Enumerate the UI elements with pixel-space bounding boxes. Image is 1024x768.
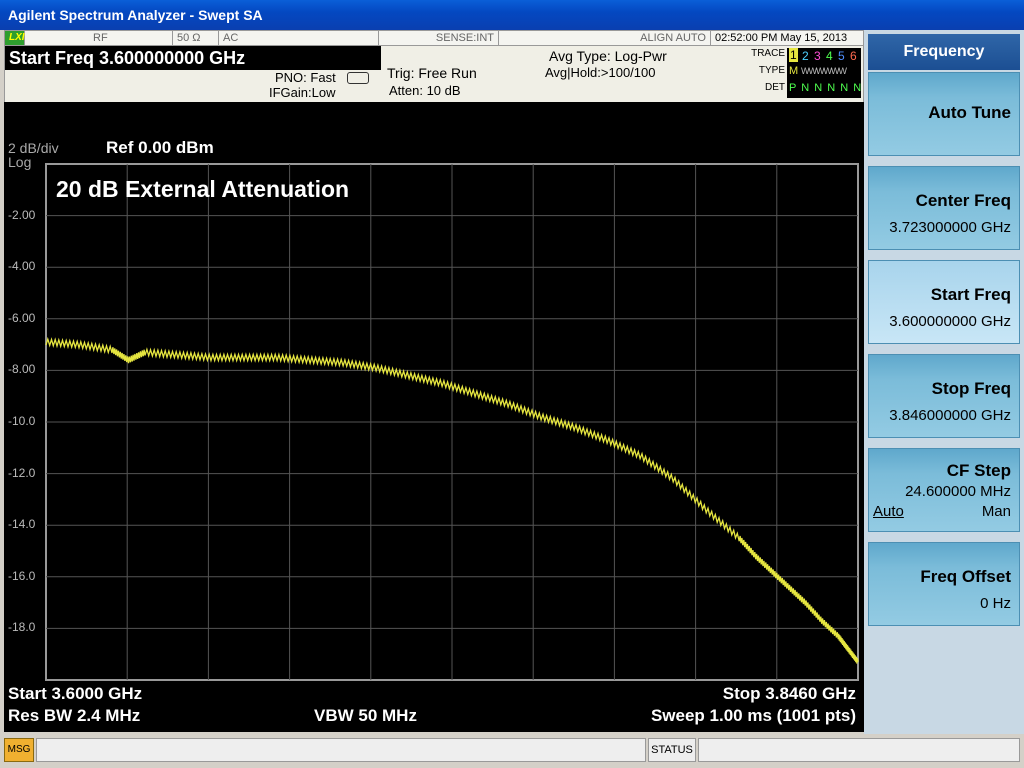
cf-step-man: Man xyxy=(981,503,1011,520)
y-tick-label: -2.00 xyxy=(8,207,36,222)
msg-indicator[interactable]: MSG xyxy=(4,738,34,762)
y-tick-label: -16.0 xyxy=(8,568,36,583)
start-freq-value: 3.600000000 GHz xyxy=(889,313,1011,330)
y-tick-label: -12.0 xyxy=(8,465,36,480)
measurement-header: Start Freq 3.600000000 GHz PNO: Fast IFG… xyxy=(4,46,864,102)
y-tick-label: -6.00 xyxy=(8,310,36,325)
trace-6: 6 xyxy=(850,49,857,63)
trace-2: 2 xyxy=(802,49,809,63)
y-tick-label: -14.0 xyxy=(8,517,36,532)
start-freq-label: Start 3.6000 GHz xyxy=(8,684,143,703)
det-label: DET xyxy=(765,82,785,93)
status-area xyxy=(698,738,1020,762)
window-title: Agilent Spectrum Analyzer - Swept SA xyxy=(0,0,1024,30)
start-freq-label: Start Freq xyxy=(930,285,1011,304)
trace-type: M xyxy=(789,65,799,77)
trace-5: 5 xyxy=(838,49,845,63)
cf-step-button[interactable]: CF Step 24.600000 MHz Auto Man xyxy=(868,448,1020,532)
atten: Atten: 10 dB xyxy=(389,83,461,98)
cf-step-auto: Auto xyxy=(873,503,904,520)
coupling: AC xyxy=(219,31,379,45)
datetime: 02:52:00 PM May 15, 2013 xyxy=(715,32,848,44)
pno: PNO: Fast xyxy=(275,70,336,85)
message-area xyxy=(36,738,646,762)
freq-offset-label: Freq Offset xyxy=(920,567,1011,586)
trace-det: P N N N N N xyxy=(789,82,863,94)
cf-step-value: 24.600000 MHz xyxy=(905,483,1011,500)
trace-3: 3 xyxy=(814,49,821,63)
bottom-status-bar: MSG STATUS xyxy=(0,734,1024,768)
avg-type: Avg Type: Log-Pwr xyxy=(549,48,667,64)
stop-freq-label: Stop Freq xyxy=(931,379,1011,398)
active-parameter[interactable]: Start Freq 3.600000000 GHz xyxy=(5,46,381,70)
sense: SENSE:INT xyxy=(379,31,499,45)
center-freq-button[interactable]: Center Freq 3.723000000 GHz xyxy=(868,166,1020,250)
freq-offset-button[interactable]: Freq Offset 0 Hz xyxy=(868,542,1020,626)
menu-title: Frequency xyxy=(868,34,1020,70)
cf-step-label: CF Step xyxy=(946,461,1011,480)
center-freq-value: 3.723000000 GHz xyxy=(889,219,1011,236)
vbw-label: VBW 50 MHz xyxy=(314,706,417,725)
center-freq-label: Center Freq xyxy=(915,191,1011,210)
trigger-icon xyxy=(347,72,369,84)
avg-hold: Avg|Hold:>100/100 xyxy=(545,65,656,80)
y-tick-label: -10.0 xyxy=(8,414,36,428)
spectrum-display: 2 dB/div Log Ref 0.00 dBm 20 dB External… xyxy=(4,102,864,732)
trig: Trig: Free Run xyxy=(387,65,477,81)
softkey-panel: Frequency Auto Tune Center Freq 3.723000… xyxy=(864,30,1024,734)
y-tick-label: -18.0 xyxy=(8,620,36,635)
status-strip: LXI RF 50 Ω AC SENSE:INT ALIGN AUTO 02:5… xyxy=(4,30,864,46)
trace-label: TRACE xyxy=(751,48,785,59)
trace-1: 1 xyxy=(789,48,798,62)
freq-offset-value: 0 Hz xyxy=(980,595,1011,612)
res-bw-label: Res BW 2.4 MHz xyxy=(8,706,141,725)
sweep-label: Sweep 1.00 ms (1001 pts) xyxy=(650,706,856,725)
stop-freq-label: Stop 3.8460 GHz xyxy=(722,684,856,703)
rf-input: RF xyxy=(89,31,173,45)
y-tick-label: -4.00 xyxy=(8,259,36,274)
annotation-text: 20 dB External Attenuation xyxy=(56,176,350,202)
impedance: 50 Ω xyxy=(173,31,219,45)
y-tick-label: -8.00 xyxy=(8,362,36,377)
stop-freq-button[interactable]: Stop Freq 3.846000000 GHz xyxy=(868,354,1020,438)
status-label: STATUS xyxy=(648,738,696,762)
trace-indicator: TRACE TYPE DET 1 2 3 4 5 6 M WWWWWW P N … xyxy=(747,48,863,98)
trace-4: 4 xyxy=(826,49,833,63)
ifgain: IFGain:Low xyxy=(269,85,336,100)
align: ALIGN AUTO xyxy=(499,31,711,45)
auto-tune-label: Auto Tune xyxy=(928,103,1011,122)
type-label: TYPE xyxy=(758,65,785,76)
auto-tune-button[interactable]: Auto Tune xyxy=(868,72,1020,156)
lxi-icon: LXI xyxy=(5,31,25,45)
trace-type-waves: WWWWWW xyxy=(801,66,847,76)
stop-freq-value: 3.846000000 GHz xyxy=(889,407,1011,424)
start-freq-button[interactable]: Start Freq 3.600000000 GHz xyxy=(868,260,1020,344)
